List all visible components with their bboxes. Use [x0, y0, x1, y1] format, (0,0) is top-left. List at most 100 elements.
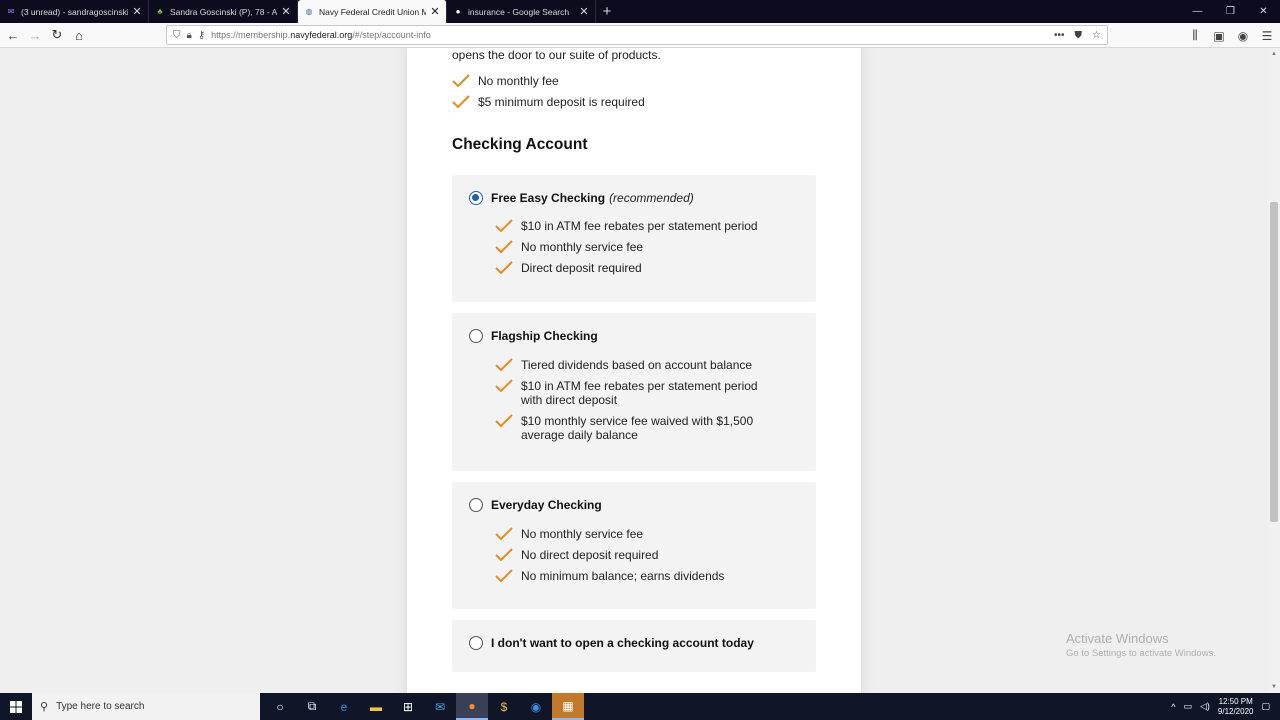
option-radio-row[interactable]: Everyday Checking: [469, 498, 602, 512]
new-tab-button[interactable]: +: [596, 0, 618, 23]
shield-icon[interactable]: ⛉: [173, 30, 181, 41]
checkmark-icon: [495, 358, 513, 372]
more-actions-icon[interactable]: •••: [1054, 30, 1065, 41]
start-button[interactable]: [0, 693, 32, 720]
checkmark-icon: [495, 527, 513, 541]
feature-text: $10 in ATM fee rebates per statement per…: [521, 379, 758, 407]
checking-option-free-easy[interactable]: Free Easy Checking (recommended) $10 in …: [452, 175, 816, 302]
pocket-icon[interactable]: ⛊: [1075, 30, 1083, 41]
url-host: navyfederal.org: [290, 30, 353, 40]
checkmark-icon: [495, 414, 513, 428]
bookmark-star-icon[interactable]: ☆: [1092, 30, 1101, 41]
forward-arrow-icon: →: [28, 27, 42, 43]
savings-feature: No monthly fee: [452, 74, 559, 88]
checkmark-icon: [452, 74, 470, 88]
restore-icon[interactable]: ❐: [1214, 0, 1247, 23]
checkmark-icon: [495, 261, 513, 275]
file-explorer-icon[interactable]: ▬: [360, 693, 392, 720]
taskbar-clock[interactable]: 12:50 PM 9/12/2020: [1218, 697, 1254, 717]
feature-text: Tiered dividends based on account balanc…: [521, 358, 753, 372]
google-icon: ●: [455, 7, 461, 16]
option-radio-row[interactable]: Flagship Checking: [469, 329, 598, 343]
radio-button[interactable]: [469, 636, 483, 650]
network-icon[interactable]: ▭: [1183, 701, 1192, 712]
option-radio-row[interactable]: Free Easy Checking (recommended): [469, 191, 694, 205]
feature-text: No monthly service fee: [521, 527, 644, 541]
tab-google-search[interactable]: ● insurance - Google Search ✕: [447, 0, 596, 23]
edge-legacy-icon[interactable]: ◉: [520, 693, 552, 720]
forward-button[interactable]: →: [24, 24, 46, 46]
tab-ancestry[interactable]: ♣ Sandra Goscinski (P), 78 - Abin ✕: [149, 0, 298, 23]
windows-logo-icon: [10, 700, 22, 713]
volume-icon[interactable]: ◁): [1200, 701, 1210, 712]
cortana-icon[interactable]: ○: [264, 693, 296, 720]
page-scrollbar[interactable]: ▲ ▼: [1268, 48, 1280, 693]
home-button[interactable]: ⌂: [68, 24, 90, 46]
clock-time: 12:50 PM: [1218, 696, 1253, 706]
menu-icon[interactable]: ☰: [1258, 29, 1276, 43]
feature-text: No monthly fee: [478, 74, 559, 88]
store-icon[interactable]: ⊞: [392, 693, 424, 720]
page-viewport: opens the door to our suite of products.…: [0, 48, 1268, 693]
option-radio-row[interactable]: I don't want to open a checking account …: [469, 636, 754, 650]
key-icon[interactable]: ⚷: [198, 30, 205, 41]
checkmark-icon: [452, 95, 470, 109]
reload-button[interactable]: ↻: [46, 24, 68, 46]
yahoo-mail-icon: ✉: [7, 7, 15, 16]
library-icon[interactable]: ⫼: [1186, 28, 1204, 43]
scroll-up-icon[interactable]: ▲: [1268, 48, 1280, 60]
browser-nav-bar: ← → ↻ ⌂ ⛉ 🔒︎ ⚷ https://membership. navyfe…: [0, 23, 1280, 48]
option-tag: (recommended): [609, 191, 694, 205]
checking-option-none[interactable]: I don't want to open a checking account …: [452, 620, 816, 672]
minimize-icon[interactable]: —: [1181, 0, 1214, 23]
tab-title: Sandra Goscinski (P), 78 - Abin: [170, 6, 277, 17]
sidebar-icon[interactable]: ▣: [1210, 29, 1228, 43]
watermark-subtitle: Go to Settings to activate Windows.: [1066, 648, 1216, 659]
tab-title: (3 unread) - sandragoscinski@: [21, 6, 128, 17]
checkmark-icon: [495, 219, 513, 233]
browser-tab-bar: ✉ (3 unread) - sandragoscinski@ ✕ ♣ Sand…: [0, 0, 1280, 23]
option-feature: $10 in ATM fee rebates per statement per…: [495, 219, 795, 233]
close-tab-icon[interactable]: ✕: [132, 5, 142, 18]
calculator-icon[interactable]: ▦: [552, 693, 584, 720]
dollar-app-icon[interactable]: $: [488, 693, 520, 720]
radio-button[interactable]: [469, 329, 483, 343]
close-tab-icon[interactable]: ✕: [281, 5, 291, 18]
feature-text: No direct deposit required: [521, 548, 659, 562]
checkmark-icon: [495, 240, 513, 254]
task-view-icon[interactable]: ⧉: [296, 693, 328, 720]
option-feature: No direct deposit required: [495, 548, 795, 562]
edge-icon[interactable]: e: [328, 693, 360, 720]
taskbar-search-box[interactable]: ⚲ Type here to search: [32, 693, 260, 720]
close-tab-icon[interactable]: ✕: [430, 5, 440, 18]
firefox-icon[interactable]: ●: [456, 693, 488, 720]
account-icon[interactable]: ◉: [1234, 29, 1252, 43]
notifications-icon[interactable]: ▢: [1261, 701, 1270, 712]
scroll-down-icon[interactable]: ▼: [1268, 681, 1280, 693]
close-window-icon[interactable]: ✕: [1247, 0, 1280, 23]
url-bar[interactable]: ⛉ 🔒︎ ⚷ https://membership. navyfederal.or…: [166, 25, 1108, 45]
url-bar-actions: ••• ⛊ ☆: [1054, 30, 1101, 41]
feature-text: $5 minimum deposit is required: [478, 95, 645, 109]
back-button[interactable]: ←: [2, 24, 24, 46]
lock-icon[interactable]: 🔒︎: [187, 30, 192, 41]
scrollbar-thumb[interactable]: [1270, 202, 1278, 522]
tray-chevron-icon[interactable]: ^: [1171, 702, 1175, 712]
close-tab-icon[interactable]: ✕: [579, 5, 589, 18]
checking-option-flagship[interactable]: Flagship Checking Tiered dividends based…: [452, 313, 816, 471]
radio-button-selected[interactable]: [469, 191, 483, 205]
home-icon: ⌂: [75, 27, 83, 43]
clock-date: 9/12/2020: [1217, 706, 1254, 716]
tab-navy-federal[interactable]: ◍ Navy Federal Credit Union Me ✕: [298, 0, 447, 23]
tab-yahoo-mail[interactable]: ✉ (3 unread) - sandragoscinski@ ✕: [0, 0, 149, 23]
taskbar-apps: ○ ⧉ e ▬ ⊞ ✉ ● $ ◉ ▦: [264, 693, 584, 720]
search-icon: ⚲: [40, 701, 49, 713]
checkmark-icon: [495, 548, 513, 562]
windows-taskbar: ⚲ Type here to search ○ ⧉ e ▬ ⊞ ✉ ● $ ◉ …: [0, 693, 1280, 720]
feature-text: No minimum balance; earns dividends: [521, 569, 725, 583]
url-prefix: https://membership.: [211, 30, 291, 40]
mail-icon[interactable]: ✉: [424, 693, 456, 720]
checking-option-everyday[interactable]: Everyday Checking No monthly service fee…: [452, 482, 816, 609]
watermark-title: Activate Windows: [1066, 631, 1169, 646]
radio-button[interactable]: [469, 498, 483, 512]
